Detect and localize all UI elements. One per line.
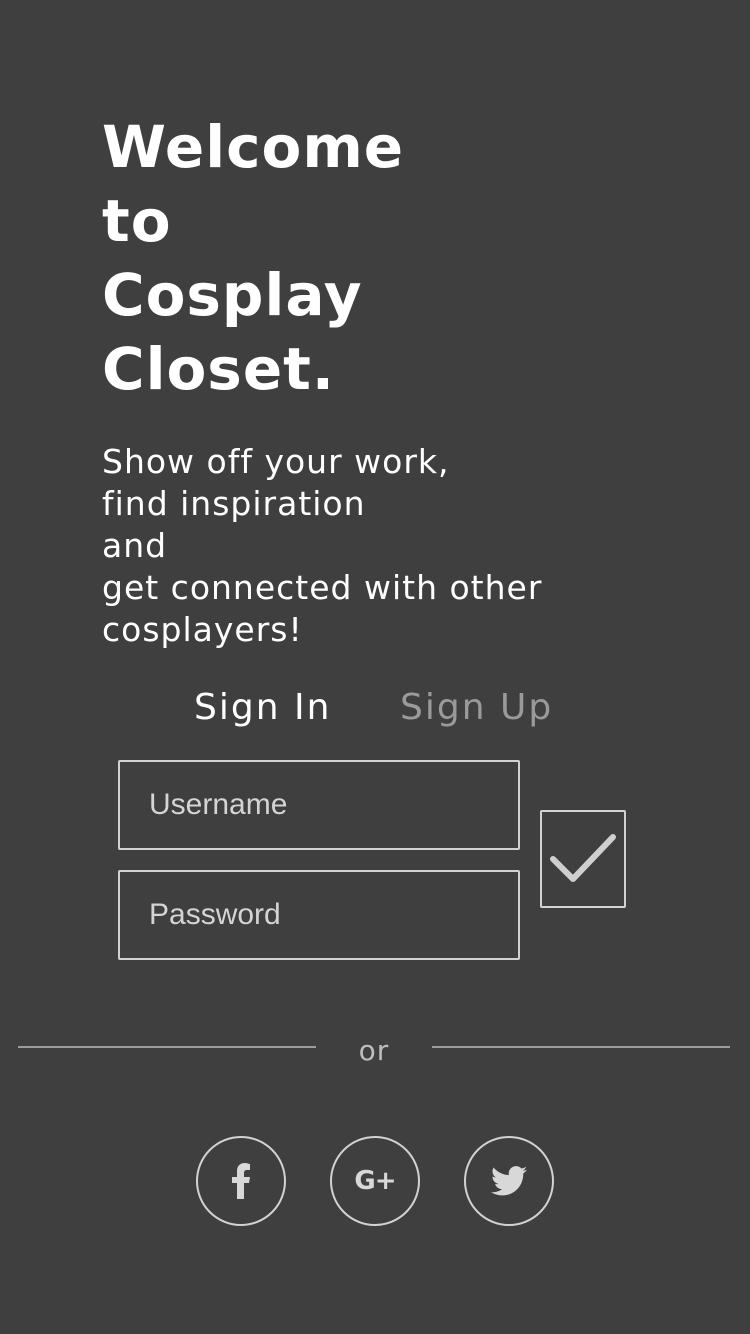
facebook-icon bbox=[232, 1163, 250, 1199]
welcome-tagline: Show off your work, find inspiration and… bbox=[102, 441, 542, 651]
facebook-login-button[interactable] bbox=[196, 1136, 286, 1226]
checkmark-icon bbox=[550, 834, 616, 882]
google-plus-icon: G+ bbox=[354, 1166, 396, 1196]
username-field bbox=[118, 760, 520, 850]
password-field bbox=[118, 870, 520, 960]
tagline-line: get connected with other bbox=[102, 568, 543, 607]
welcome-title-line: Welcome bbox=[102, 113, 405, 181]
welcome-title: Welcome to Cosplay Closet. bbox=[102, 110, 404, 406]
tagline-line: and bbox=[102, 526, 168, 565]
welcome-title-line: to bbox=[102, 187, 172, 255]
welcome-title-line: Cosplay bbox=[102, 261, 363, 329]
username-input[interactable] bbox=[120, 762, 518, 848]
tagline-line: cosplayers! bbox=[102, 610, 303, 649]
divider-right bbox=[432, 1046, 730, 1048]
auth-tabs: Sign In Sign Up bbox=[0, 684, 750, 734]
divider-left bbox=[18, 1046, 316, 1048]
tab-sign-up[interactable]: Sign Up bbox=[400, 684, 553, 732]
tagline-line: find inspiration bbox=[102, 484, 366, 523]
tagline-line: Show off your work, bbox=[102, 442, 450, 481]
password-input[interactable] bbox=[120, 872, 518, 958]
sign-in-submit-button[interactable] bbox=[540, 810, 626, 908]
twitter-login-button[interactable] bbox=[464, 1136, 554, 1226]
google-plus-login-button[interactable]: G+ bbox=[330, 1136, 420, 1226]
tab-sign-in[interactable]: Sign In bbox=[194, 684, 331, 732]
welcome-title-line: Closet. bbox=[102, 335, 335, 403]
twitter-icon bbox=[491, 1166, 527, 1196]
login-screen: Welcome to Cosplay Closet. Show off your… bbox=[0, 0, 750, 1334]
or-separator: or bbox=[358, 1034, 390, 1067]
